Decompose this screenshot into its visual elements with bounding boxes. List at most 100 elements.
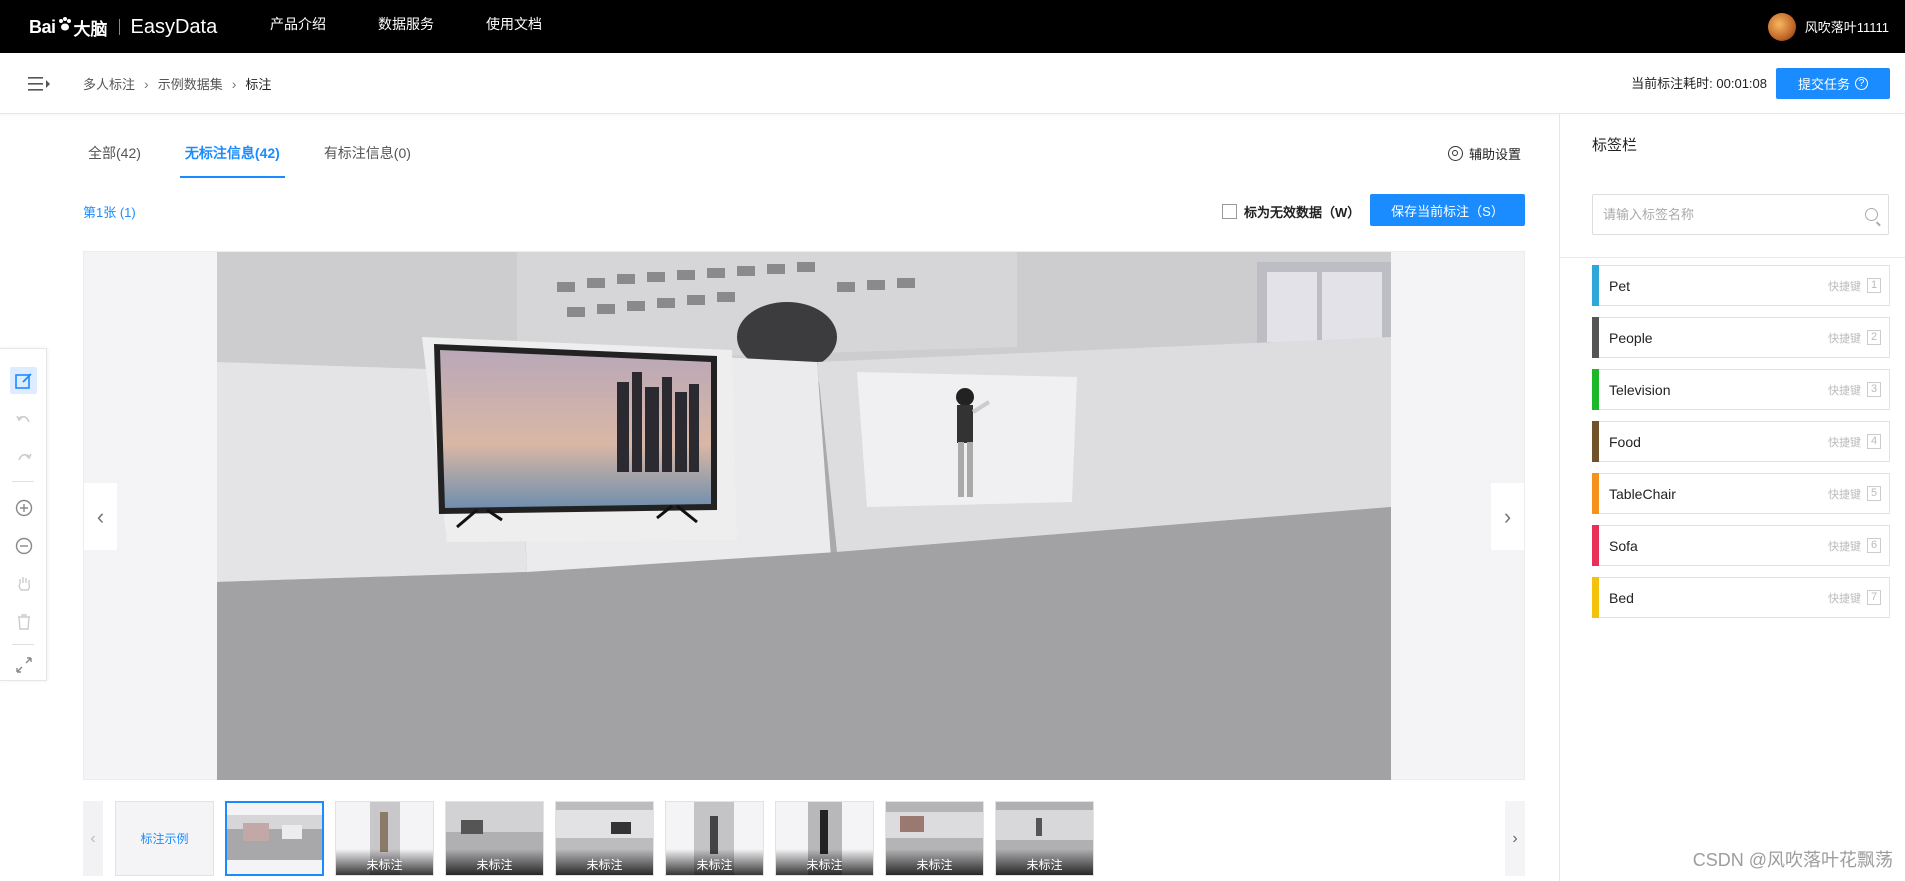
tab-labeled[interactable]: 有标注信息(0) bbox=[319, 130, 416, 178]
label-item-people[interactable]: People 快捷键 2 bbox=[1592, 317, 1890, 358]
assist-settings-label: 辅助设置 bbox=[1469, 147, 1522, 162]
nav-docs[interactable]: 使用文档 bbox=[486, 0, 542, 53]
hotkey-label: 快捷键 bbox=[1828, 436, 1861, 449]
chevron-left-icon: ‹ bbox=[90, 829, 96, 847]
avatar[interactable] bbox=[1767, 12, 1796, 41]
zoom-in-icon bbox=[15, 499, 32, 516]
chevron-right-icon: › bbox=[1503, 503, 1512, 529]
label-color-swatch bbox=[1592, 421, 1599, 462]
undo-tool[interactable] bbox=[10, 406, 37, 433]
assist-settings-button[interactable]: 辅助设置 bbox=[1448, 144, 1521, 163]
breadcrumb-multi-annotation[interactable]: 多人标注 bbox=[83, 74, 135, 93]
label-item-food[interactable]: Food 快捷键 4 bbox=[1592, 421, 1890, 462]
chevron-right-icon: › bbox=[231, 75, 237, 92]
thumbnail-item[interactable]: 未标注 bbox=[665, 801, 764, 876]
thumbnail-item[interactable]: 未标注 bbox=[995, 801, 1094, 876]
label-item-bed[interactable]: Bed 快捷键 7 bbox=[1592, 577, 1890, 618]
redo-icon bbox=[17, 453, 32, 460]
hotkey-label: 快捷键 bbox=[1828, 384, 1861, 397]
thumbnail-item[interactable]: 未标注 bbox=[885, 801, 984, 876]
label-name: Sofa bbox=[1609, 537, 1638, 554]
zoom-in-tool[interactable] bbox=[10, 494, 37, 521]
label-color-swatch bbox=[1592, 577, 1599, 618]
page-counter: 第1张 (1) bbox=[83, 205, 136, 220]
hotkey-key: 1 bbox=[1867, 278, 1881, 293]
annotation-toolbar bbox=[0, 348, 47, 681]
logo-divider bbox=[118, 19, 120, 35]
mark-invalid-label: 标为无效数据（W） bbox=[1244, 205, 1361, 220]
thumbnail-caption: 未标注 bbox=[336, 849, 433, 875]
hotkey-label: 快捷键 bbox=[1828, 280, 1861, 293]
label-search bbox=[1592, 194, 1889, 235]
redo-tool[interactable] bbox=[10, 444, 37, 471]
fullscreen-tool[interactable] bbox=[10, 651, 37, 678]
toolbar-divider bbox=[12, 481, 34, 482]
thumbnail-current[interactable] bbox=[225, 801, 324, 876]
hotkey-key: 2 bbox=[1867, 330, 1881, 345]
help-icon[interactable]: ? bbox=[1855, 77, 1868, 90]
divider bbox=[1560, 257, 1905, 258]
label-item-television[interactable]: Television 快捷键 3 bbox=[1592, 369, 1890, 410]
hotkey-label: 快捷键 bbox=[1828, 540, 1861, 553]
thumbnail-item[interactable]: 未标注 bbox=[555, 801, 654, 876]
username[interactable]: 风吹落叶11111 bbox=[1805, 17, 1889, 36]
breadcrumb-current: 标注 bbox=[245, 77, 272, 92]
annotation-example-thumb[interactable]: 标注示例 bbox=[115, 801, 214, 876]
undo-icon bbox=[15, 415, 30, 422]
thumbnail-item[interactable]: 未标注 bbox=[335, 801, 434, 876]
thumbnail-item[interactable]: 未标注 bbox=[775, 801, 874, 876]
draw-box-tool[interactable] bbox=[10, 367, 37, 394]
prev-image-button[interactable]: ‹ bbox=[84, 483, 117, 550]
thumbnail-caption: 未标注 bbox=[446, 849, 543, 875]
save-annotation-button[interactable]: 保存当前标注（S） bbox=[1370, 194, 1525, 226]
user-menu[interactable]: 风吹落叶11111 bbox=[1767, 0, 1889, 53]
thumbs-next-button[interactable]: › bbox=[1505, 801, 1525, 876]
tab-all[interactable]: 全部(42) bbox=[83, 130, 146, 178]
timer-value: 00:01:08 bbox=[1716, 76, 1767, 91]
checkbox[interactable] bbox=[1222, 204, 1237, 219]
search-icon[interactable] bbox=[1865, 208, 1878, 221]
label-name: Television bbox=[1609, 381, 1671, 398]
tab-unlabeled[interactable]: 无标注信息(42) bbox=[179, 130, 285, 178]
sub-header: 多人标注 › 示例数据集 › 标注 当前标注耗时: 00:01:08 提交任务 … bbox=[0, 53, 1905, 114]
chevron-left-icon: ‹ bbox=[96, 503, 105, 529]
label-name: Bed bbox=[1609, 589, 1634, 606]
label-name: Food bbox=[1609, 433, 1641, 450]
hotkey-key: 3 bbox=[1867, 382, 1881, 397]
annotation-image[interactable] bbox=[217, 252, 1391, 780]
annotation-canvas[interactable]: ‹ › bbox=[83, 251, 1525, 780]
menu-toggle-icon[interactable] bbox=[28, 75, 52, 93]
thumbnail-caption: 未标注 bbox=[776, 849, 873, 875]
pan-tool[interactable] bbox=[10, 570, 37, 597]
hotkey-key: 5 bbox=[1867, 486, 1881, 501]
label-item-pet[interactable]: Pet 快捷键 1 bbox=[1592, 265, 1890, 306]
hotkey-label: 快捷键 bbox=[1828, 592, 1861, 605]
label-panel: 标签栏 Pet 快捷键 1 People 快捷键 2 Television 快捷键 3 Food 快… bbox=[1559, 114, 1905, 881]
submit-task-button[interactable]: 提交任务 ? bbox=[1776, 68, 1890, 99]
thumbs-prev-button[interactable]: ‹ bbox=[83, 801, 103, 876]
thumbnail-item[interactable]: 未标注 bbox=[445, 801, 544, 876]
nav-product-intro[interactable]: 产品介绍 bbox=[270, 0, 326, 53]
zoom-out-tool[interactable] bbox=[10, 532, 37, 559]
hotkey-key: 4 bbox=[1867, 434, 1881, 449]
filter-tabs: 全部(42) 无标注信息(42) 有标注信息(0) bbox=[83, 130, 450, 178]
settings-icon bbox=[1448, 146, 1463, 161]
label-item-tablechair[interactable]: TableChair 快捷键 5 bbox=[1592, 473, 1890, 514]
label-item-sofa[interactable]: Sofa 快捷键 6 bbox=[1592, 525, 1890, 566]
hand-icon bbox=[18, 576, 30, 591]
chevron-right-icon: › bbox=[144, 75, 149, 92]
delete-tool[interactable] bbox=[10, 608, 37, 635]
label-search-input[interactable] bbox=[1603, 207, 1865, 222]
mark-invalid-checkbox[interactable]: 标为无效数据（W） bbox=[1222, 202, 1360, 221]
breadcrumb-sample-dataset[interactable]: 示例数据集 bbox=[158, 74, 223, 93]
nav-data-service[interactable]: 数据服务 bbox=[378, 0, 434, 53]
label-color-swatch bbox=[1592, 265, 1599, 306]
hotkey-key: 6 bbox=[1867, 538, 1881, 553]
top-navbar: Bai 大脑 EasyData 产品介绍 数据服务 使用文档 风吹落叶11111 bbox=[0, 0, 1905, 53]
annotation-timer: 当前标注耗时: 00:01:08 bbox=[1631, 53, 1767, 114]
next-image-button[interactable]: › bbox=[1491, 483, 1524, 550]
baidu-easydata-logo[interactable]: Bai 大脑 EasyData bbox=[29, 12, 217, 42]
expand-icon bbox=[15, 656, 32, 673]
thumbnail-caption: 未标注 bbox=[556, 849, 653, 875]
label-color-swatch bbox=[1592, 473, 1599, 514]
